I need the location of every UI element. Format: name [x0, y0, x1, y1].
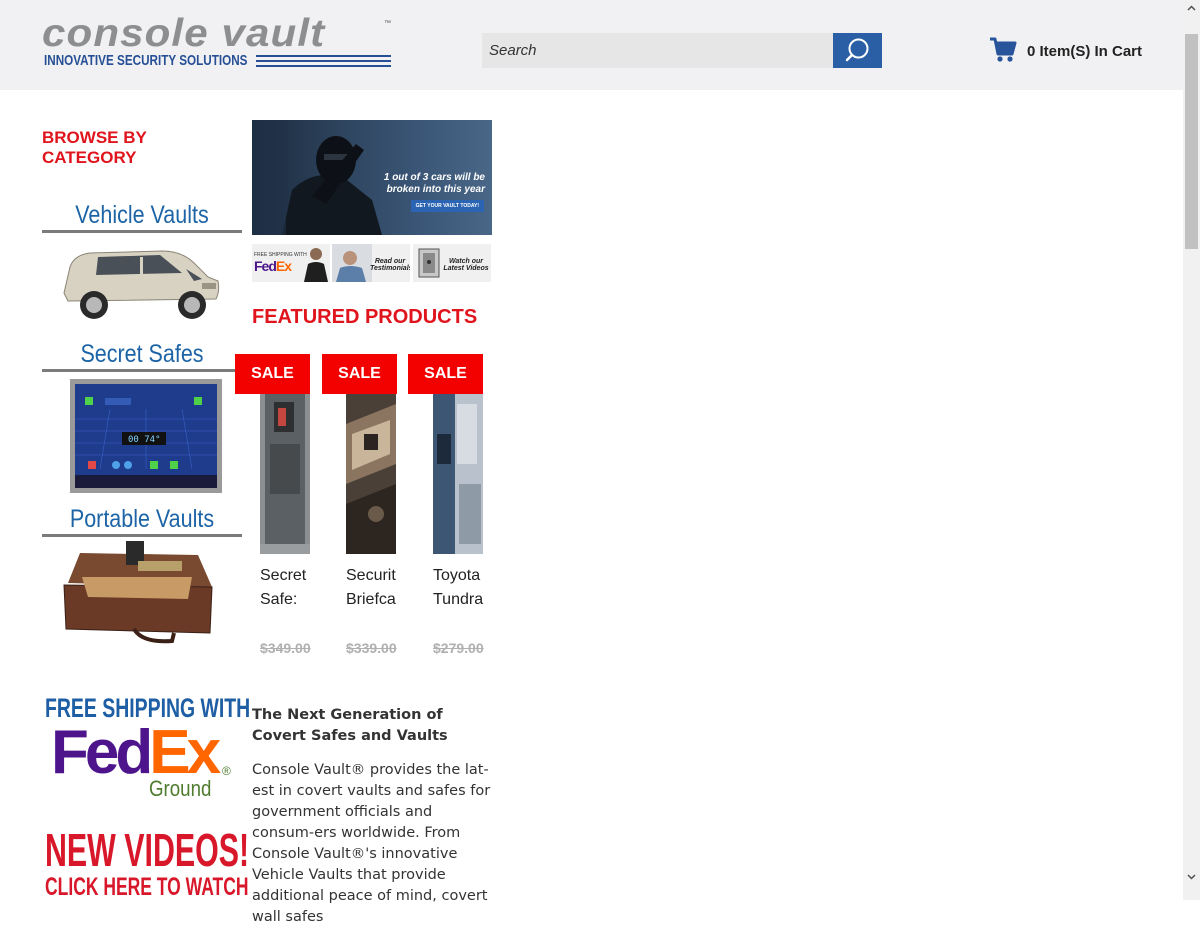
site-header: console vault ™ INNOVATIVE SECURITY SOLU… — [0, 0, 1183, 90]
new-videos-text: NEW VIDEOS! — [45, 824, 250, 876]
category-title: Secret Safes — [80, 340, 204, 368]
customer-image — [332, 244, 372, 282]
fedex-ground-text: Ground — [149, 776, 212, 801]
intro-article: The Next Generation of Covert Safes and … — [252, 705, 492, 928]
videos-mini-banner[interactable]: Watch our Latest Videos — [413, 244, 491, 282]
category-title: Vehicle Vaults — [75, 201, 209, 229]
logo-trademark: ™ — [384, 20, 391, 27]
product-name[interactable]: Securit Briefca — [346, 564, 398, 612]
logo-wordmark: console vault — [42, 12, 326, 55]
product-image[interactable] — [433, 394, 483, 554]
category-portable-vaults[interactable]: Portable Vaults — [42, 505, 242, 650]
search-button[interactable] — [833, 33, 882, 68]
masked-thief-image — [252, 120, 382, 235]
product-price: $349.00 — [260, 640, 311, 656]
search-input[interactable] — [482, 33, 834, 68]
hero-banner[interactable]: 1 out of 3 cars will be broken into this… — [252, 120, 492, 235]
fedex-logo: FedEx — [51, 718, 221, 787]
category-divider — [42, 369, 242, 372]
product-image[interactable] — [346, 394, 396, 554]
svg-text:00 74°: 00 74° — [128, 435, 161, 445]
safe-panel-image: 00 74° — [70, 379, 222, 493]
scroll-up-icon[interactable] — [1187, 4, 1196, 13]
category-vehicle-vaults[interactable]: Vehicle Vaults — [42, 201, 242, 336]
product-price: $339.00 — [346, 640, 397, 656]
testimonials-mini-banner[interactable]: Read our Testimonials — [332, 244, 410, 282]
product-image[interactable] — [260, 394, 310, 554]
scrollbar-thumb[interactable] — [1185, 34, 1198, 249]
sale-badge: SALE — [322, 354, 397, 394]
driver-image — [304, 248, 328, 282]
featured-products-heading: FEATURED PRODUCTS — [252, 306, 478, 328]
fedex-shipping-mini-banner[interactable]: FREE SHIPPING WITH FedEx — [252, 244, 330, 282]
page-scrollbar[interactable] — [1183, 0, 1200, 900]
free-shipping-fedex-banner[interactable]: FREE SHIPPING WITH FedEx ® Ground — [45, 692, 250, 801]
site-logo[interactable]: console vault ™ INNOVATIVE SECURITY SOLU… — [42, 12, 394, 72]
briefcase-vault-image — [63, 541, 213, 644]
scroll-down-icon[interactable] — [1187, 872, 1196, 881]
product-name[interactable]: Secret Safe: — [260, 564, 312, 612]
new-videos-banner[interactable]: NEW VIDEOS! CLICK HERE TO WATCH — [45, 824, 250, 901]
sale-badge: SALE — [235, 354, 310, 394]
browse-by-category-heading: BROWSE BY CATEGORY — [42, 128, 147, 167]
fedex-mini-logo: FedEx — [254, 258, 292, 274]
cart-summary[interactable]: 0 Item(S) In Cart — [1027, 43, 1142, 60]
get-vault-button[interactable]: GET YOUR VAULT TODAY! — [410, 200, 484, 212]
safe-icon — [418, 248, 440, 278]
suv-image — [63, 250, 220, 319]
cart-icon[interactable] — [989, 37, 1017, 63]
logo-stripes — [256, 55, 391, 70]
click-to-watch-text: CLICK HERE TO WATCH — [45, 873, 249, 901]
article-heading: The Next Generation of Covert Safes and … — [252, 707, 448, 744]
product-price: $279.00 — [433, 640, 484, 656]
product-name[interactable]: Toyota Tundra — [433, 564, 485, 612]
logo-tagline: INNOVATIVE SECURITY SOLUTIONS — [44, 52, 248, 69]
registered-mark: ® — [222, 764, 231, 778]
category-secret-safes[interactable]: Secret Safes 00 74° — [42, 340, 242, 498]
banner-headline: 1 out of 3 cars will be broken into this… — [383, 172, 485, 195]
sale-badge: SALE — [408, 354, 483, 394]
search-icon — [845, 38, 869, 62]
category-title: Portable Vaults — [69, 505, 215, 533]
article-body: Console Vault® provides the lat-est in c… — [252, 762, 491, 925]
